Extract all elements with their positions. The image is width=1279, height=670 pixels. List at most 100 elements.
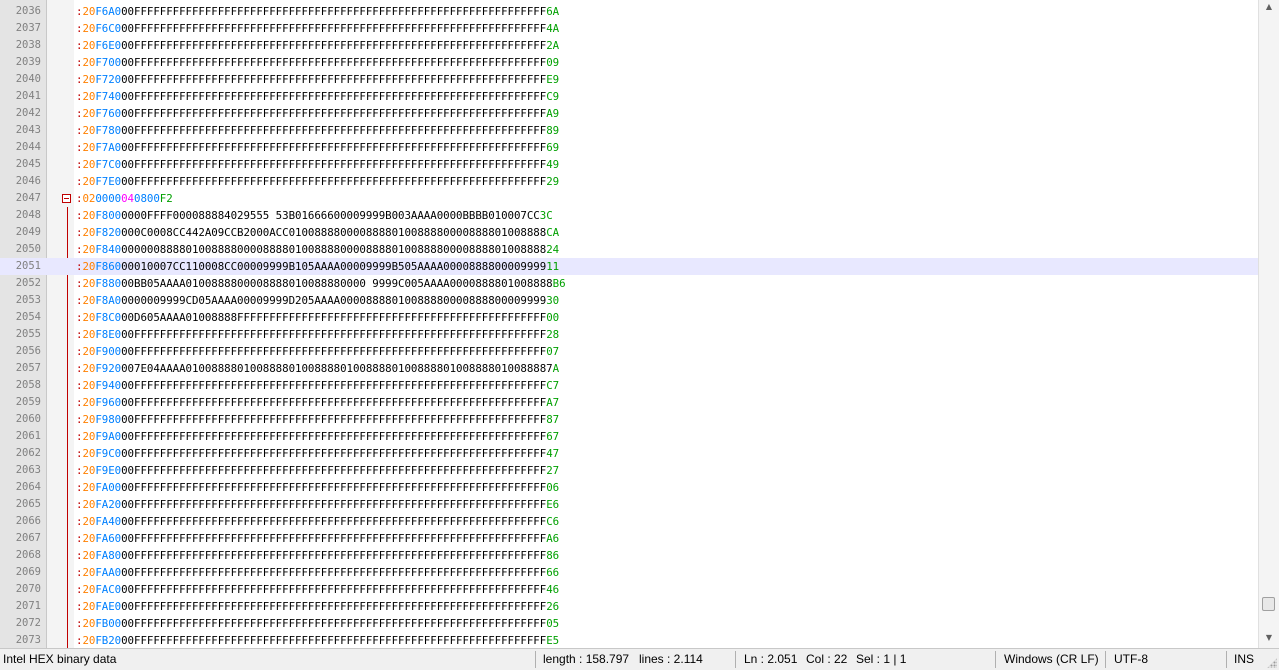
text-line[interactable]: 2066:20FA4000FFFFFFFFFFFFFFFFFFFFFFFFFFF… [0, 513, 1258, 530]
text-line[interactable]: 2055:20F8E000FFFFFFFFFFFFFFFFFFFFFFFFFFF… [0, 326, 1258, 343]
text-line[interactable]: 2064:20FA0000FFFFFFFFFFFFFFFFFFFFFFFFFFF… [0, 479, 1258, 496]
hex-record[interactable]: :20F86000010007CC110008CC00009999B105AAA… [76, 258, 559, 275]
scroll-down-icon[interactable]: ▼ [1262, 631, 1276, 645]
text-line[interactable]: 2042:20F76000FFFFFFFFFFFFFFFFFFFFFFFFFFF… [0, 105, 1258, 122]
hex-record[interactable]: :20F8000000FFFF000088884029555 53B016666… [76, 207, 553, 224]
text-line[interactable]: 2072:20FB0000FFFFFFFFFFFFFFFFFFFFFFFFFFF… [0, 615, 1258, 632]
record-sum: F2 [159, 192, 173, 205]
text-line[interactable]: 2069:20FAA000FFFFFFFFFFFFFFFFFFFFFFFFFFF… [0, 564, 1258, 581]
record-type: 00 [121, 107, 134, 120]
hex-record[interactable]: :20F9A000FFFFFFFFFFFFFFFFFFFFFFFFFFFFFFF… [76, 428, 559, 445]
hex-record[interactable]: :20F96000FFFFFFFFFFFFFFFFFFFFFFFFFFFFFFF… [76, 394, 559, 411]
record-sum: 09 [546, 56, 560, 69]
hex-record[interactable]: :20F9E000FFFFFFFFFFFFFFFFFFFFFFFFFFFFFFF… [76, 462, 559, 479]
text-line[interactable]: 2054:20F8C000D605AAAA01008888FFFFFFFFFFF… [0, 309, 1258, 326]
text-line[interactable]: 2052:20F88000BB05AAAA0100888800008888010… [0, 275, 1258, 292]
hex-record[interactable]: :20F98000FFFFFFFFFFFFFFFFFFFFFFFFFFFFFFF… [76, 411, 559, 428]
text-line[interactable]: 2058:20F94000FFFFFFFFFFFFFFFFFFFFFFFFFFF… [0, 377, 1258, 394]
record-len: 20 [82, 141, 96, 154]
status-encoding[interactable]: UTF-8 [1114, 649, 1148, 670]
text-line[interactable]: 2053:20F8A00000009999CD05AAAA00009999D20… [0, 292, 1258, 309]
hex-record[interactable]: :20F7A000FFFFFFFFFFFFFFFFFFFFFFFFFFFFFFF… [76, 139, 559, 156]
text-line[interactable]: 2061:20F9A000FFFFFFFFFFFFFFFFFFFFFFFFFFF… [0, 428, 1258, 445]
resize-grip-icon[interactable] [1267, 658, 1277, 668]
hex-record[interactable]: :20F78000FFFFFFFFFFFFFFFFFFFFFFFFFFFFFFF… [76, 122, 559, 139]
record-addr: F800 [95, 209, 122, 222]
text-line[interactable]: 2056:20F90000FFFFFFFFFFFFFFFFFFFFFFFFFFF… [0, 343, 1258, 360]
hex-record[interactable]: :20FB0000FFFFFFFFFFFFFFFFFFFFFFFFFFFFFFF… [76, 615, 559, 632]
hex-record[interactable]: :20F7C000FFFFFFFFFFFFFFFFFFFFFFFFFFFFFFF… [76, 156, 559, 173]
editor-area[interactable]: 2036:20F6A000FFFFFFFFFFFFFFFFFFFFFFFFFFF… [0, 0, 1279, 648]
text-line[interactable]: 2040:20F72000FFFFFFFFFFFFFFFFFFFFFFFFFFF… [0, 71, 1258, 88]
text-line[interactable]: 2073:20FB2000FFFFFFFFFFFFFFFFFFFFFFFFFFF… [0, 632, 1258, 648]
hex-record[interactable]: :20F88000BB05AAAA01008888000088880100888… [76, 275, 566, 292]
hex-record[interactable]: :20F74000FFFFFFFFFFFFFFFFFFFFFFFFFFFFFFF… [76, 88, 559, 105]
current-line[interactable]: 2051:20F86000010007CC110008CC00009999B10… [0, 258, 1258, 275]
hex-record[interactable]: :20F76000FFFFFFFFFFFFFFFFFFFFFFFFFFFFFFF… [76, 105, 559, 122]
text-lines[interactable]: 2036:20F6A000FFFFFFFFFFFFFFFFFFFFFFFFFFF… [0, 3, 1258, 648]
scrollbar-thumb[interactable] [1262, 597, 1275, 611]
hex-record[interactable]: :20F8A00000009999CD05AAAA00009999D205AAA… [76, 292, 559, 309]
text-line[interactable]: 2039:20F70000FFFFFFFFFFFFFFFFFFFFFFFFFFF… [0, 54, 1258, 71]
hex-record[interactable]: :20FA4000FFFFFFFFFFFFFFFFFFFFFFFFFFFFFFF… [76, 513, 559, 530]
record-sum: C6 [546, 515, 560, 528]
hex-record[interactable]: :20F90000FFFFFFFFFFFFFFFFFFFFFFFFFFFFFFF… [76, 343, 559, 360]
text-line[interactable]: 2036:20F6A000FFFFFFFFFFFFFFFFFFFFFFFFFFF… [0, 3, 1258, 20]
record-data: 00FFFF000088884029555 53B01666600009999B… [134, 209, 540, 222]
hex-record[interactable]: :20F820000C0008CC442A09CCB2000ACC0100888… [76, 224, 559, 241]
hex-record[interactable]: :20F8E000FFFFFFFFFFFFFFFFFFFFFFFFFFFFFFF… [76, 326, 559, 343]
hex-record[interactable]: :20F70000FFFFFFFFFFFFFFFFFFFFFFFFFFFFFFF… [76, 54, 559, 71]
text-line[interactable]: 2048:20F8000000FFFF000088884029555 53B01… [0, 207, 1258, 224]
text-line[interactable]: 2041:20F74000FFFFFFFFFFFFFFFFFFFFFFFFFFF… [0, 88, 1258, 105]
text-line[interactable]: 2049:20F820000C0008CC442A09CCB2000ACC010… [0, 224, 1258, 241]
text-line[interactable]: 2046:20F7E000FFFFFFFFFFFFFFFFFFFFFFFFFFF… [0, 173, 1258, 190]
text-line[interactable]: 2038:20F6E000FFFFFFFFFFFFFFFFFFFFFFFFFFF… [0, 37, 1258, 54]
hex-record[interactable]: :20FAC000FFFFFFFFFFFFFFFFFFFFFFFFFFFFFFF… [76, 581, 559, 598]
scroll-up-icon[interactable]: ▲ [1262, 0, 1276, 14]
hex-record[interactable]: :20F6C000FFFFFFFFFFFFFFFFFFFFFFFFFFFFFFF… [76, 20, 559, 37]
text-line[interactable]: 2044:20F7A000FFFFFFFFFFFFFFFFFFFFFFFFFFF… [0, 139, 1258, 156]
record-sum: C9 [546, 90, 560, 103]
text-line[interactable]: 2065:20FA2000FFFFFFFFFFFFFFFFFFFFFFFFFFF… [0, 496, 1258, 513]
text-line[interactable]: 2067:20FA6000FFFFFFFFFFFFFFFFFFFFFFFFFFF… [0, 530, 1258, 547]
text-line[interactable]: 2070:20FAC000FFFFFFFFFFFFFFFFFFFFFFFFFFF… [0, 581, 1258, 598]
hex-record[interactable]: :20F72000FFFFFFFFFFFFFFFFFFFFFFFFFFFFFFF… [76, 71, 559, 88]
text-line[interactable]: 2060:20F98000FFFFFFFFFFFFFFFFFFFFFFFFFFF… [0, 411, 1258, 428]
hex-record[interactable]: :20FAE000FFFFFFFFFFFFFFFFFFFFFFFFFFFFFFF… [76, 598, 559, 615]
record-data: 0800 [134, 192, 160, 205]
vertical-scrollbar[interactable]: ▲ ▼ [1258, 0, 1279, 648]
hex-record[interactable]: :20F8C000D605AAAA01008888FFFFFFFFFFFFFFF… [76, 309, 559, 326]
hex-record[interactable]: :020000040800F2 [76, 190, 173, 207]
text-line[interactable]: 2045:20F7C000FFFFFFFFFFFFFFFFFFFFFFFFFFF… [0, 156, 1258, 173]
hex-record[interactable]: :20FA2000FFFFFFFFFFFFFFFFFFFFFFFFFFFFFFF… [76, 496, 559, 513]
hex-record[interactable]: :20F920007E04AAAA01008888010088880100888… [76, 360, 559, 377]
hex-record[interactable]: :20F94000FFFFFFFFFFFFFFFFFFFFFFFFFFFFFFF… [76, 377, 559, 394]
text-line[interactable]: 2047:020000040800F2 [0, 190, 1258, 207]
hex-record[interactable]: :20F9C000FFFFFFFFFFFFFFFFFFFFFFFFFFFFFFF… [76, 445, 559, 462]
hex-record[interactable]: :20F840000000888801008888000088880100888… [76, 241, 559, 258]
status-eol[interactable]: Windows (CR LF) [1004, 649, 1099, 670]
record-addr: F720 [95, 73, 122, 86]
hex-record[interactable]: :20FAA000FFFFFFFFFFFFFFFFFFFFFFFFFFFFFFF… [76, 564, 559, 581]
text-line[interactable]: 2059:20F96000FFFFFFFFFFFFFFFFFFFFFFFFFFF… [0, 394, 1258, 411]
hex-record[interactable]: :20F6A000FFFFFFFFFFFFFFFFFFFFFFFFFFFFFFF… [76, 3, 559, 20]
text-line[interactable]: 2043:20F78000FFFFFFFFFFFFFFFFFFFFFFFFFFF… [0, 122, 1258, 139]
text-line[interactable]: 2068:20FA8000FFFFFFFFFFFFFFFFFFFFFFFFFFF… [0, 547, 1258, 564]
status-sel: Sel : 1 | 1 [856, 652, 907, 666]
hex-record[interactable]: :20FA8000FFFFFFFFFFFFFFFFFFFFFFFFFFFFFFF… [76, 547, 559, 564]
text-line[interactable]: 2050:20F84000000088880100888800008888010… [0, 241, 1258, 258]
hex-record[interactable]: :20FA0000FFFFFFFFFFFFFFFFFFFFFFFFFFFFFFF… [76, 479, 559, 496]
hex-record[interactable]: :20F7E000FFFFFFFFFFFFFFFFFFFFFFFFFFFFFFF… [76, 173, 559, 190]
hex-record[interactable]: :20F6E000FFFFFFFFFFFFFFFFFFFFFFFFFFFFFFF… [76, 37, 559, 54]
hex-record[interactable]: :20FA6000FFFFFFFFFFFFFFFFFFFFFFFFFFFFFFF… [76, 530, 559, 547]
hex-record[interactable]: :20FB2000FFFFFFFFFFFFFFFFFFFFFFFFFFFFFFF… [76, 632, 559, 648]
text-line[interactable]: 2037:20F6C000FFFFFFFFFFFFFFFFFFFFFFFFFFF… [0, 20, 1258, 37]
status-ln: Ln : 2.051 [744, 652, 798, 666]
text-line[interactable]: 2062:20F9C000FFFFFFFFFFFFFFFFFFFFFFFFFFF… [0, 445, 1258, 462]
text-line[interactable]: 2063:20F9E000FFFFFFFFFFFFFFFFFFFFFFFFFFF… [0, 462, 1258, 479]
text-line[interactable]: 2057:20F920007E04AAAA0100888801008888010… [0, 360, 1258, 377]
record-sum: E5 [546, 634, 560, 647]
status-insert-mode[interactable]: INS [1234, 649, 1254, 670]
record-addr: FA80 [95, 549, 122, 562]
text-line[interactable]: 2071:20FAE000FFFFFFFFFFFFFFFFFFFFFFFFFFF… [0, 598, 1258, 615]
